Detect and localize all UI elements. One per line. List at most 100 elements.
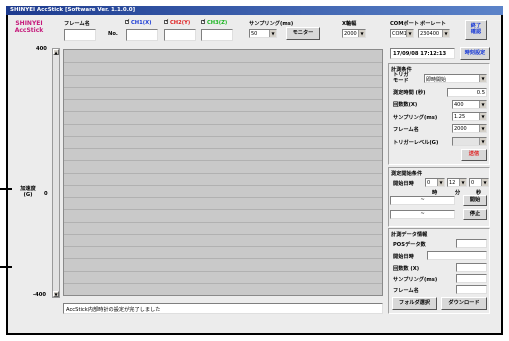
measure-sampling-value: 1.25 (454, 113, 466, 120)
start-to-field[interactable]: ~ (390, 210, 455, 219)
plot-gridline (64, 282, 382, 284)
plot-gridline (64, 246, 382, 247)
chevron-down-icon[interactable]: ▼ (442, 30, 449, 37)
chevron-down-icon[interactable]: ▼ (479, 101, 486, 108)
minute-unit: 分 (455, 190, 461, 196)
ch3-input[interactable] (201, 29, 233, 41)
ch3-checkbox[interactable]: ✓ (201, 18, 207, 24)
measure-frame-name-value: 2000 (454, 125, 467, 132)
end-button[interactable]: 終了 確認 (465, 20, 487, 40)
chevron-down-icon[interactable]: ▼ (479, 113, 486, 120)
chevron-down-icon[interactable]: ▼ (406, 30, 413, 37)
sampling-label: サンプリング(ms) (249, 20, 294, 27)
plot-gridline (64, 111, 382, 113)
download-button[interactable]: ダウンロード (441, 297, 487, 310)
start-title: 測定開始条件 (391, 171, 423, 177)
chevron-down-icon[interactable]: ▼ (481, 179, 488, 186)
folder-select-button[interactable]: フォルダ選択 (392, 297, 437, 310)
brand-line-2: AccStick (14, 27, 44, 34)
trigger-mode-label: トリガ モード (393, 72, 409, 84)
ch1-input[interactable] (126, 29, 158, 41)
ch1-checkbox[interactable]: ✓ (125, 19, 130, 24)
second-select[interactable]: 0 ▼ (469, 178, 489, 187)
plot-gridline (64, 123, 382, 125)
range-separator: ~ (420, 211, 425, 217)
ch2-checkbox[interactable]: ✓ (164, 18, 170, 24)
trigger-mode-value: 即時開始 (426, 76, 447, 83)
points-select[interactable]: 400 ▼ (452, 100, 487, 109)
y-axis-title-line-2: (G) (23, 192, 33, 198)
chevron-down-icon[interactable]: ▼ (479, 125, 486, 132)
chevron-down-icon[interactable]: ▼ (437, 179, 444, 186)
hour-select[interactable]: 0 ▼ (425, 178, 445, 187)
points-value: 400 (454, 101, 464, 108)
monitor-button[interactable]: モニター (286, 27, 320, 40)
data-points-label: 回数数 (X) (393, 266, 420, 272)
data-sampling-field (456, 274, 487, 283)
check-icon: ✓ (165, 18, 170, 24)
clock-display: 17/09/08 17:12:13 (390, 48, 455, 59)
callout-line-upper (0, 188, 12, 190)
plot-gridline (64, 135, 382, 137)
range-separator: ~ (420, 197, 425, 203)
data-frame-name-label: フレーム名 (393, 288, 419, 294)
status-message: AccStick内部時計の設定が完了しました (66, 307, 161, 313)
hour-value: 0 (427, 179, 431, 186)
check-icon: ✓ (202, 18, 207, 24)
duration-value: 0.5 (476, 90, 485, 96)
scroll-down-icon[interactable]: ▼ (53, 291, 59, 297)
set-time-button[interactable]: 時刻設定 (460, 47, 490, 60)
chevron-down-icon[interactable]: ▼ (358, 30, 365, 37)
sampling-select[interactable]: 50 ▼ (249, 29, 277, 38)
points-label: 回数数(X) (393, 102, 418, 108)
plot-gridline (64, 197, 382, 198)
plot-gridline (64, 160, 382, 162)
data-points-field (456, 263, 487, 272)
ch2-input[interactable] (164, 29, 196, 41)
chevron-down-icon[interactable]: ▼ (479, 138, 486, 145)
status-bar: AccStick内部時計の設定が完了しました (63, 303, 383, 314)
trigger-level-select[interactable]: ▼ (452, 137, 487, 146)
plot-gridline (64, 209, 382, 211)
minute-value: 12 (449, 179, 456, 186)
x-axis-select[interactable]: 2000 ▼ (342, 29, 366, 38)
measure-frame-name-select[interactable]: 2000 ▼ (452, 124, 487, 133)
ch1-label: CH1(X) (131, 19, 152, 26)
data-count-label: POSデータ数 (393, 242, 426, 248)
y-scrollbar[interactable]: ▲ ▼ (52, 48, 60, 298)
plot-gridline (64, 184, 382, 186)
plot-gridline (64, 74, 382, 76)
stop-button[interactable]: 停止 (463, 209, 487, 220)
y-min-label: -400 (33, 292, 46, 298)
chevron-down-icon[interactable]: ▼ (269, 30, 276, 37)
ch3-label: CH3(Z) (207, 19, 228, 26)
data-start-time-label: 開始日時 (393, 254, 414, 260)
measure-frame-name-label: フレーム名 (393, 127, 419, 133)
data-info-title: 計測データ情報 (391, 232, 428, 238)
chevron-down-icon[interactable]: ▼ (479, 75, 486, 82)
trigger-mode-select[interactable]: 即時開始 ▼ (424, 74, 487, 83)
duration-input[interactable]: 0.5 (447, 88, 487, 97)
data-sampling-label: サンプリング(ms) (393, 277, 438, 283)
plot-gridline (64, 99, 382, 100)
chevron-down-icon[interactable]: ▼ (459, 179, 466, 186)
y-max-label: 400 (36, 46, 47, 52)
send-button[interactable]: 送信 (461, 149, 487, 161)
measure-sampling-select[interactable]: 1.25 ▼ (452, 112, 487, 121)
minute-select[interactable]: 12 ▼ (447, 178, 467, 187)
baud-rate-label: ボーレート (420, 20, 446, 27)
plot-area (63, 49, 383, 296)
frame-name-input[interactable] (64, 29, 96, 41)
frame-name-label: フレーム名 (64, 21, 90, 27)
plot-gridline (64, 86, 382, 88)
start-from-field[interactable]: ~ (390, 196, 455, 205)
hour-unit: 時 (432, 190, 438, 196)
scroll-up-icon[interactable]: ▲ (53, 49, 59, 55)
com-port-select[interactable]: COM1 ▼ (390, 29, 414, 38)
baud-rate-select[interactable]: 230400 ▼ (418, 29, 450, 38)
callout-line-lower (0, 266, 12, 268)
title-bar: SHINYEI AccStick [Software Ver. 1.1.0.0] (6, 6, 503, 15)
y-axis-title: 加速度 (G) (18, 186, 38, 198)
plot-gridline (64, 270, 382, 272)
start-button[interactable]: 開始 (463, 195, 487, 206)
